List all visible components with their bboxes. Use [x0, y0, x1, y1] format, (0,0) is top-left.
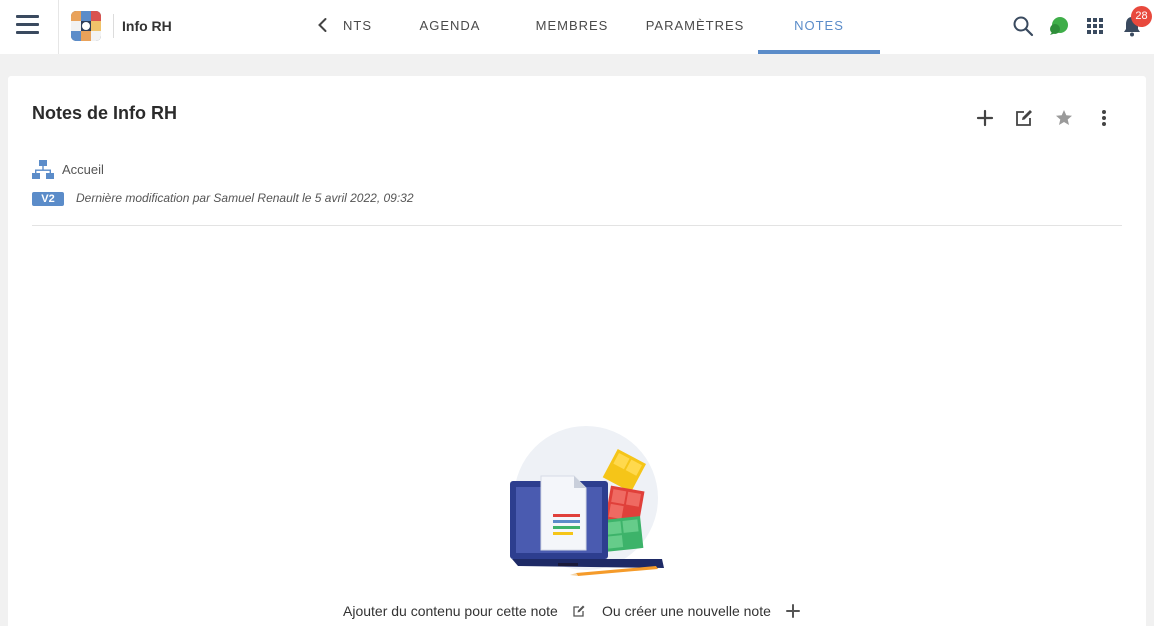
- create-note-link[interactable]: Ou créer une nouvelle note: [602, 603, 771, 619]
- tab-agenda[interactable]: AGENDA: [408, 0, 492, 54]
- add-icon[interactable]: [785, 603, 801, 619]
- space-logo[interactable]: [71, 11, 101, 41]
- empty-note-illustration: [498, 426, 668, 581]
- breadcrumb-home[interactable]: Accueil: [62, 162, 104, 177]
- top-bar: Info RH NTS AGENDA MEMBRES PARAMÈTRES NO…: [0, 0, 1154, 54]
- add-content-link[interactable]: Ajouter du contenu pour cette note: [343, 603, 558, 619]
- tab-members[interactable]: MEMBRES: [528, 0, 616, 54]
- divider: [113, 14, 114, 38]
- tab-clip: NTS: [340, 0, 380, 54]
- search-icon[interactable]: [1011, 14, 1035, 38]
- chevron-left-icon[interactable]: [313, 15, 333, 35]
- last-modified-text: Dernière modification par Samuel Renault…: [76, 191, 414, 205]
- page-title: Notes de Info RH: [32, 103, 178, 123]
- notes-card: Notes de Info RH Accueil V2 Dernière mod…: [8, 76, 1146, 626]
- empty-state-actions: Ajouter du contenu pour cette note Ou cr…: [8, 601, 1146, 621]
- version-badge: V2: [32, 192, 64, 206]
- chat-icon[interactable]: [1047, 14, 1071, 38]
- space-name[interactable]: Info RH: [122, 18, 172, 34]
- edit-icon[interactable]: [1013, 107, 1035, 129]
- tab-notes[interactable]: NOTES: [758, 0, 880, 54]
- apps-grid-icon[interactable]: [1083, 14, 1107, 38]
- star-icon[interactable]: [1053, 107, 1075, 129]
- menu-icon[interactable]: [16, 15, 39, 35]
- divider: [58, 0, 59, 54]
- active-tab-indicator: [758, 50, 880, 54]
- edit-icon[interactable]: [572, 604, 588, 620]
- tab-events[interactable]: NTS: [343, 0, 372, 54]
- sitemap-icon: [32, 159, 54, 181]
- add-icon[interactable]: [974, 107, 996, 129]
- tab-settings[interactable]: PARAMÈTRES: [640, 0, 750, 54]
- more-vertical-icon[interactable]: [1093, 107, 1115, 129]
- notification-badge: 28: [1131, 6, 1152, 27]
- divider: [32, 225, 1122, 226]
